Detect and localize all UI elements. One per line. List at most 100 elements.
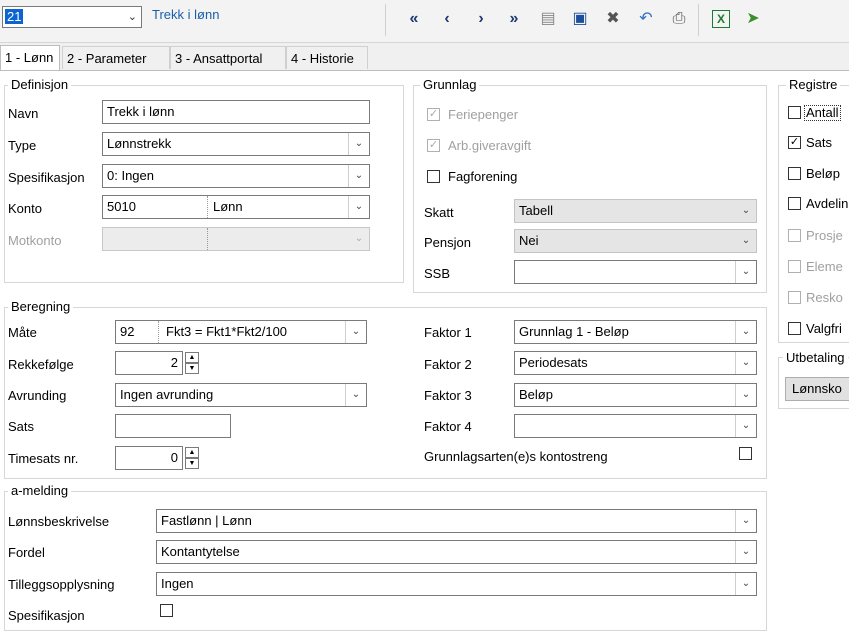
spin-down-icon[interactable]: ▼ <box>185 458 199 469</box>
excel-icon[interactable]: X <box>712 10 730 28</box>
konto-name: Lønn <box>213 199 243 214</box>
tab-content: Definisjon Navn Trekk i lønn Type Lønnst… <box>0 70 849 636</box>
previous-record-icon[interactable]: ‹ <box>436 8 458 30</box>
tilleggsopplysning-select[interactable]: Ingen ⌄ <box>156 572 757 596</box>
save-icon[interactable]: ▣ <box>569 8 591 30</box>
spin-up-icon[interactable]: ▲ <box>185 352 199 363</box>
sats-checkbox[interactable]: ✓ <box>788 136 801 149</box>
amelding-spesifikasjon-checkbox[interactable] <box>160 604 173 617</box>
fagforening-checkbox[interactable] <box>427 170 440 183</box>
avrunding-select[interactable]: Ingen avrunding ⌄ <box>115 383 367 407</box>
chevron-down-icon[interactable]: ⌄ <box>735 415 756 437</box>
chevron-down-icon[interactable]: ⌄ <box>345 384 366 406</box>
column-divider <box>207 196 209 218</box>
navn-field[interactable]: Trekk i lønn <box>102 100 370 124</box>
avdeling-checkbox[interactable] <box>788 197 801 210</box>
chevron-down-icon[interactable]: ⌄ <box>736 200 756 222</box>
faktor4-select[interactable]: ⌄ <box>514 414 757 438</box>
type-select[interactable]: Lønnstrekk ⌄ <box>102 132 370 156</box>
avdeling-label: Avdelin <box>806 196 849 211</box>
faktor2-value: Periodesats <box>519 355 588 370</box>
prosjekt-checkbox[interactable] <box>788 229 801 242</box>
new-document-icon[interactable]: ▤ <box>537 8 559 30</box>
spesifikasjon-label: Spesifikasjon <box>8 170 85 185</box>
spin-down-icon[interactable]: ▼ <box>185 363 199 374</box>
first-record-icon[interactable]: « <box>403 8 425 30</box>
element-checkbox[interactable] <box>788 260 801 273</box>
valgfri-label: Valgfri <box>806 321 842 336</box>
feriepenger-checkbox[interactable]: ✓ <box>427 108 440 121</box>
record-selector[interactable]: 21 ⌄ <box>2 6 142 28</box>
faktor3-select[interactable]: Beløp ⌄ <box>514 383 757 407</box>
skatt-select[interactable]: Tabell ⌄ <box>514 199 757 223</box>
timesats-spinner[interactable]: ▲ ▼ <box>185 447 199 469</box>
mate-label: Måte <box>8 325 37 340</box>
fordel-select[interactable]: Kontantytelse ⌄ <box>156 540 757 564</box>
tab-parameter[interactable]: 2 - Parameter <box>62 46 170 69</box>
fordel-value: Kontantytelse <box>161 544 240 559</box>
toolbar: 21 ⌄ Trekk i lønn « ‹ › » ▤ ▣ ✖ ↶ ⎙ X ➤ <box>0 0 849 43</box>
faktor3-label: Faktor 3 <box>424 388 472 403</box>
timesats-field[interactable]: 0 <box>115 446 183 470</box>
arbgiveravgift-checkbox[interactable]: ✓ <box>427 139 440 152</box>
spesifikasjon-select[interactable]: 0: Ingen ⌄ <box>102 164 370 188</box>
antall-label: Antall <box>804 105 841 121</box>
rekkefolge-field[interactable]: 2 <box>115 351 183 375</box>
mate-select[interactable]: 92 Fkt3 = Fkt1*Fkt2/100 ⌄ <box>115 320 367 344</box>
delete-icon[interactable]: ✖ <box>602 8 624 30</box>
chevron-down-icon: ⌄ <box>349 228 369 250</box>
chevron-down-icon[interactable]: ⌄ <box>736 230 756 252</box>
lonnskonto-button[interactable]: Lønnsko <box>785 377 849 401</box>
chevron-down-icon[interactable]: ⌄ <box>348 165 369 187</box>
chevron-down-icon[interactable]: ⌄ <box>735 384 756 406</box>
rekkefolge-spinner[interactable]: ▲ ▼ <box>185 352 199 374</box>
lonnsbeskrivelse-select[interactable]: Fastlønn | Lønn ⌄ <box>156 509 757 533</box>
chevron-down-icon[interactable]: ⌄ <box>345 321 366 343</box>
sats-field[interactable] <box>115 414 231 438</box>
spesifikasjon-value: 0: Ingen <box>107 168 154 183</box>
avrunding-label: Avrunding <box>8 388 67 403</box>
chevron-down-icon[interactable]: ⌄ <box>735 352 756 374</box>
print-icon[interactable]: ⎙ <box>668 8 690 30</box>
fagforening-label: Fagforening <box>448 169 518 184</box>
chevron-down-icon[interactable]: ⌄ <box>735 541 756 563</box>
motkonto-label: Motkonto <box>8 233 62 248</box>
element-label: Eleme <box>806 259 843 274</box>
valgfri-checkbox[interactable] <box>788 322 801 335</box>
fordel-label: Fordel <box>8 545 45 560</box>
tab-lonn[interactable]: 1 - Lønn <box>0 45 60 70</box>
chevron-down-icon[interactable]: ⌄ <box>348 133 369 155</box>
chevron-down-icon: ⌄ <box>127 11 137 23</box>
faktor2-select[interactable]: Periodesats ⌄ <box>514 351 757 375</box>
rekkefolge-label: Rekkefølge <box>8 357 74 372</box>
toolbar-separator <box>385 4 386 36</box>
motkonto-select[interactable]: ⌄ <box>102 227 370 251</box>
undo-icon[interactable]: ↶ <box>635 8 657 30</box>
pensjon-select[interactable]: Nei ⌄ <box>514 229 757 253</box>
tab-historie[interactable]: 4 - Historie <box>286 46 368 69</box>
kontostreng-checkbox[interactable] <box>739 447 752 460</box>
arbgiveravgift-label: Arb.giveravgift <box>448 138 532 153</box>
export-icon[interactable]: ➤ <box>742 8 764 30</box>
last-record-icon[interactable]: » <box>503 8 525 30</box>
faktor1-select[interactable]: Grunnlag 1 - Beløp ⌄ <box>514 320 757 344</box>
tilleggsopplysning-label: Tilleggsopplysning <box>8 577 115 592</box>
sats-label: Sats <box>806 135 833 150</box>
chevron-down-icon[interactable]: ⌄ <box>735 321 756 343</box>
reskontro-checkbox[interactable] <box>788 291 801 304</box>
next-record-icon[interactable]: › <box>470 8 492 30</box>
chevron-down-icon[interactable]: ⌄ <box>348 196 369 218</box>
konto-select[interactable]: 5010 Lønn ⌄ <box>102 195 370 219</box>
lonnsbeskrivelse-value: Fastlønn | Lønn <box>161 513 252 528</box>
ssb-select[interactable]: ⌄ <box>514 260 757 284</box>
amelding-spesifikasjon-label: Spesifikasjon <box>8 608 85 623</box>
chevron-down-icon[interactable]: ⌄ <box>735 261 756 283</box>
pensjon-value: Nei <box>519 233 539 248</box>
tab-ansattportal[interactable]: 3 - Ansattportal <box>170 46 286 69</box>
spin-up-icon[interactable]: ▲ <box>185 447 199 458</box>
beregning-title: Beregning <box>8 299 74 314</box>
antall-checkbox[interactable] <box>788 106 801 119</box>
chevron-down-icon[interactable]: ⌄ <box>735 510 756 532</box>
chevron-down-icon[interactable]: ⌄ <box>735 573 756 595</box>
belop-checkbox[interactable] <box>788 167 801 180</box>
